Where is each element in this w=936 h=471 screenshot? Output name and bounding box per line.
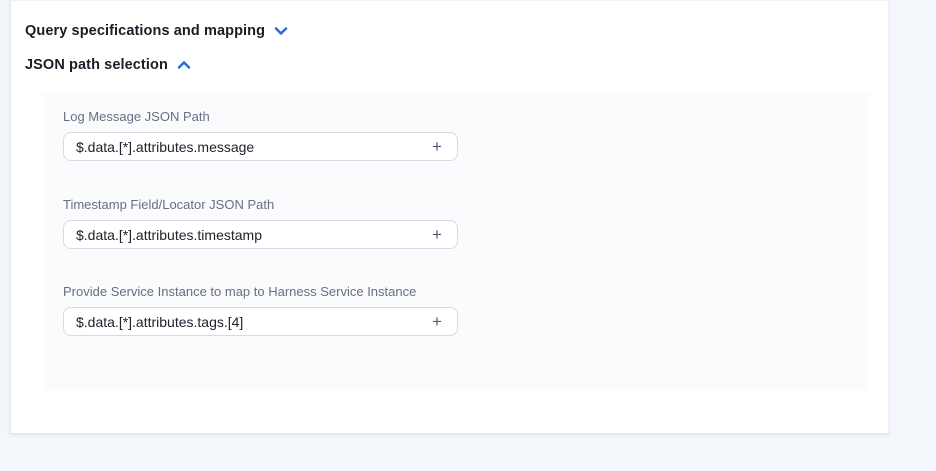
section-query-specifications[interactable]: Query specifications and mapping (25, 23, 288, 39)
chevron-up-icon (177, 60, 191, 70)
section-title: Query specifications and mapping (25, 23, 265, 39)
section-json-path-selection[interactable]: JSON path selection (25, 57, 191, 73)
field-service-instance-path: Provide Service Instance to map to Harne… (63, 284, 458, 336)
service-instance-path-inputbox: + (63, 307, 458, 336)
timestamp-json-path-inputbox: + (63, 220, 458, 249)
log-message-json-path-input[interactable] (76, 139, 428, 155)
field-label: Timestamp Field/Locator JSON Path (63, 197, 458, 212)
field-log-message-json-path: Log Message JSON Path + (63, 109, 458, 161)
content-card: Query specifications and mapping JSON pa… (10, 0, 889, 433)
page: Query specifications and mapping JSON pa… (0, 0, 936, 471)
service-instance-path-input[interactable] (76, 314, 428, 330)
section-title: JSON path selection (25, 57, 168, 73)
chevron-down-icon (274, 26, 288, 36)
plus-icon[interactable]: + (428, 138, 446, 156)
field-timestamp-json-path: Timestamp Field/Locator JSON Path + (63, 197, 458, 249)
plus-icon[interactable]: + (428, 313, 446, 331)
timestamp-json-path-input[interactable] (76, 227, 428, 243)
plus-icon[interactable]: + (428, 226, 446, 244)
log-message-json-path-inputbox: + (63, 132, 458, 161)
field-label: Provide Service Instance to map to Harne… (63, 284, 458, 299)
field-label: Log Message JSON Path (63, 109, 458, 124)
json-path-panel: Log Message JSON Path + Timestamp Field/… (44, 93, 868, 390)
